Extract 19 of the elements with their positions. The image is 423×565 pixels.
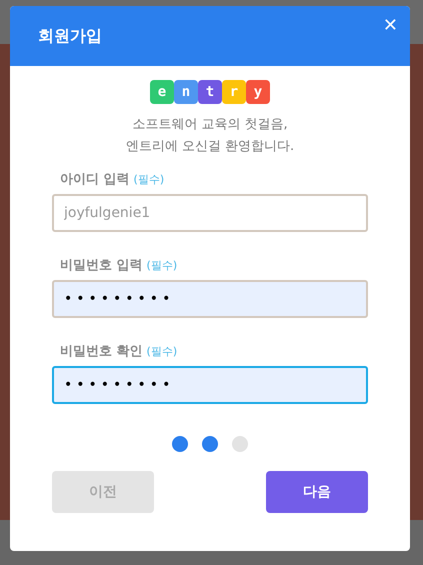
field-label: 아이디 입력: [60, 171, 130, 190]
required-note: (필수): [146, 258, 178, 274]
welcome-text: 엔트리에 오신걸 환영합니다.: [126, 138, 294, 156]
password-field[interactable]: •••••••••: [52, 366, 368, 404]
next-button[interactable]: 다음: [266, 471, 368, 513]
logo-block: n: [174, 80, 198, 104]
logo-block: e: [150, 80, 174, 104]
required-note: (필수): [134, 172, 164, 188]
field-label: 비밀번호 확인: [60, 343, 143, 362]
input-field[interactable]: joyfulgenie1: [52, 194, 368, 232]
logo-block: t: [198, 80, 222, 104]
field-label: 비밀번호 입력: [60, 257, 143, 276]
close-button[interactable]: ✕: [382, 12, 398, 39]
welcome-text: 소프트웨어 교육의 첫걸음,: [132, 116, 288, 134]
logo-block: r: [222, 80, 246, 104]
logo-block: y: [246, 80, 270, 104]
password-field[interactable]: •••••••••: [52, 280, 368, 318]
required-note: (필수): [146, 344, 178, 360]
dialog-title: 회원가입: [38, 25, 102, 47]
